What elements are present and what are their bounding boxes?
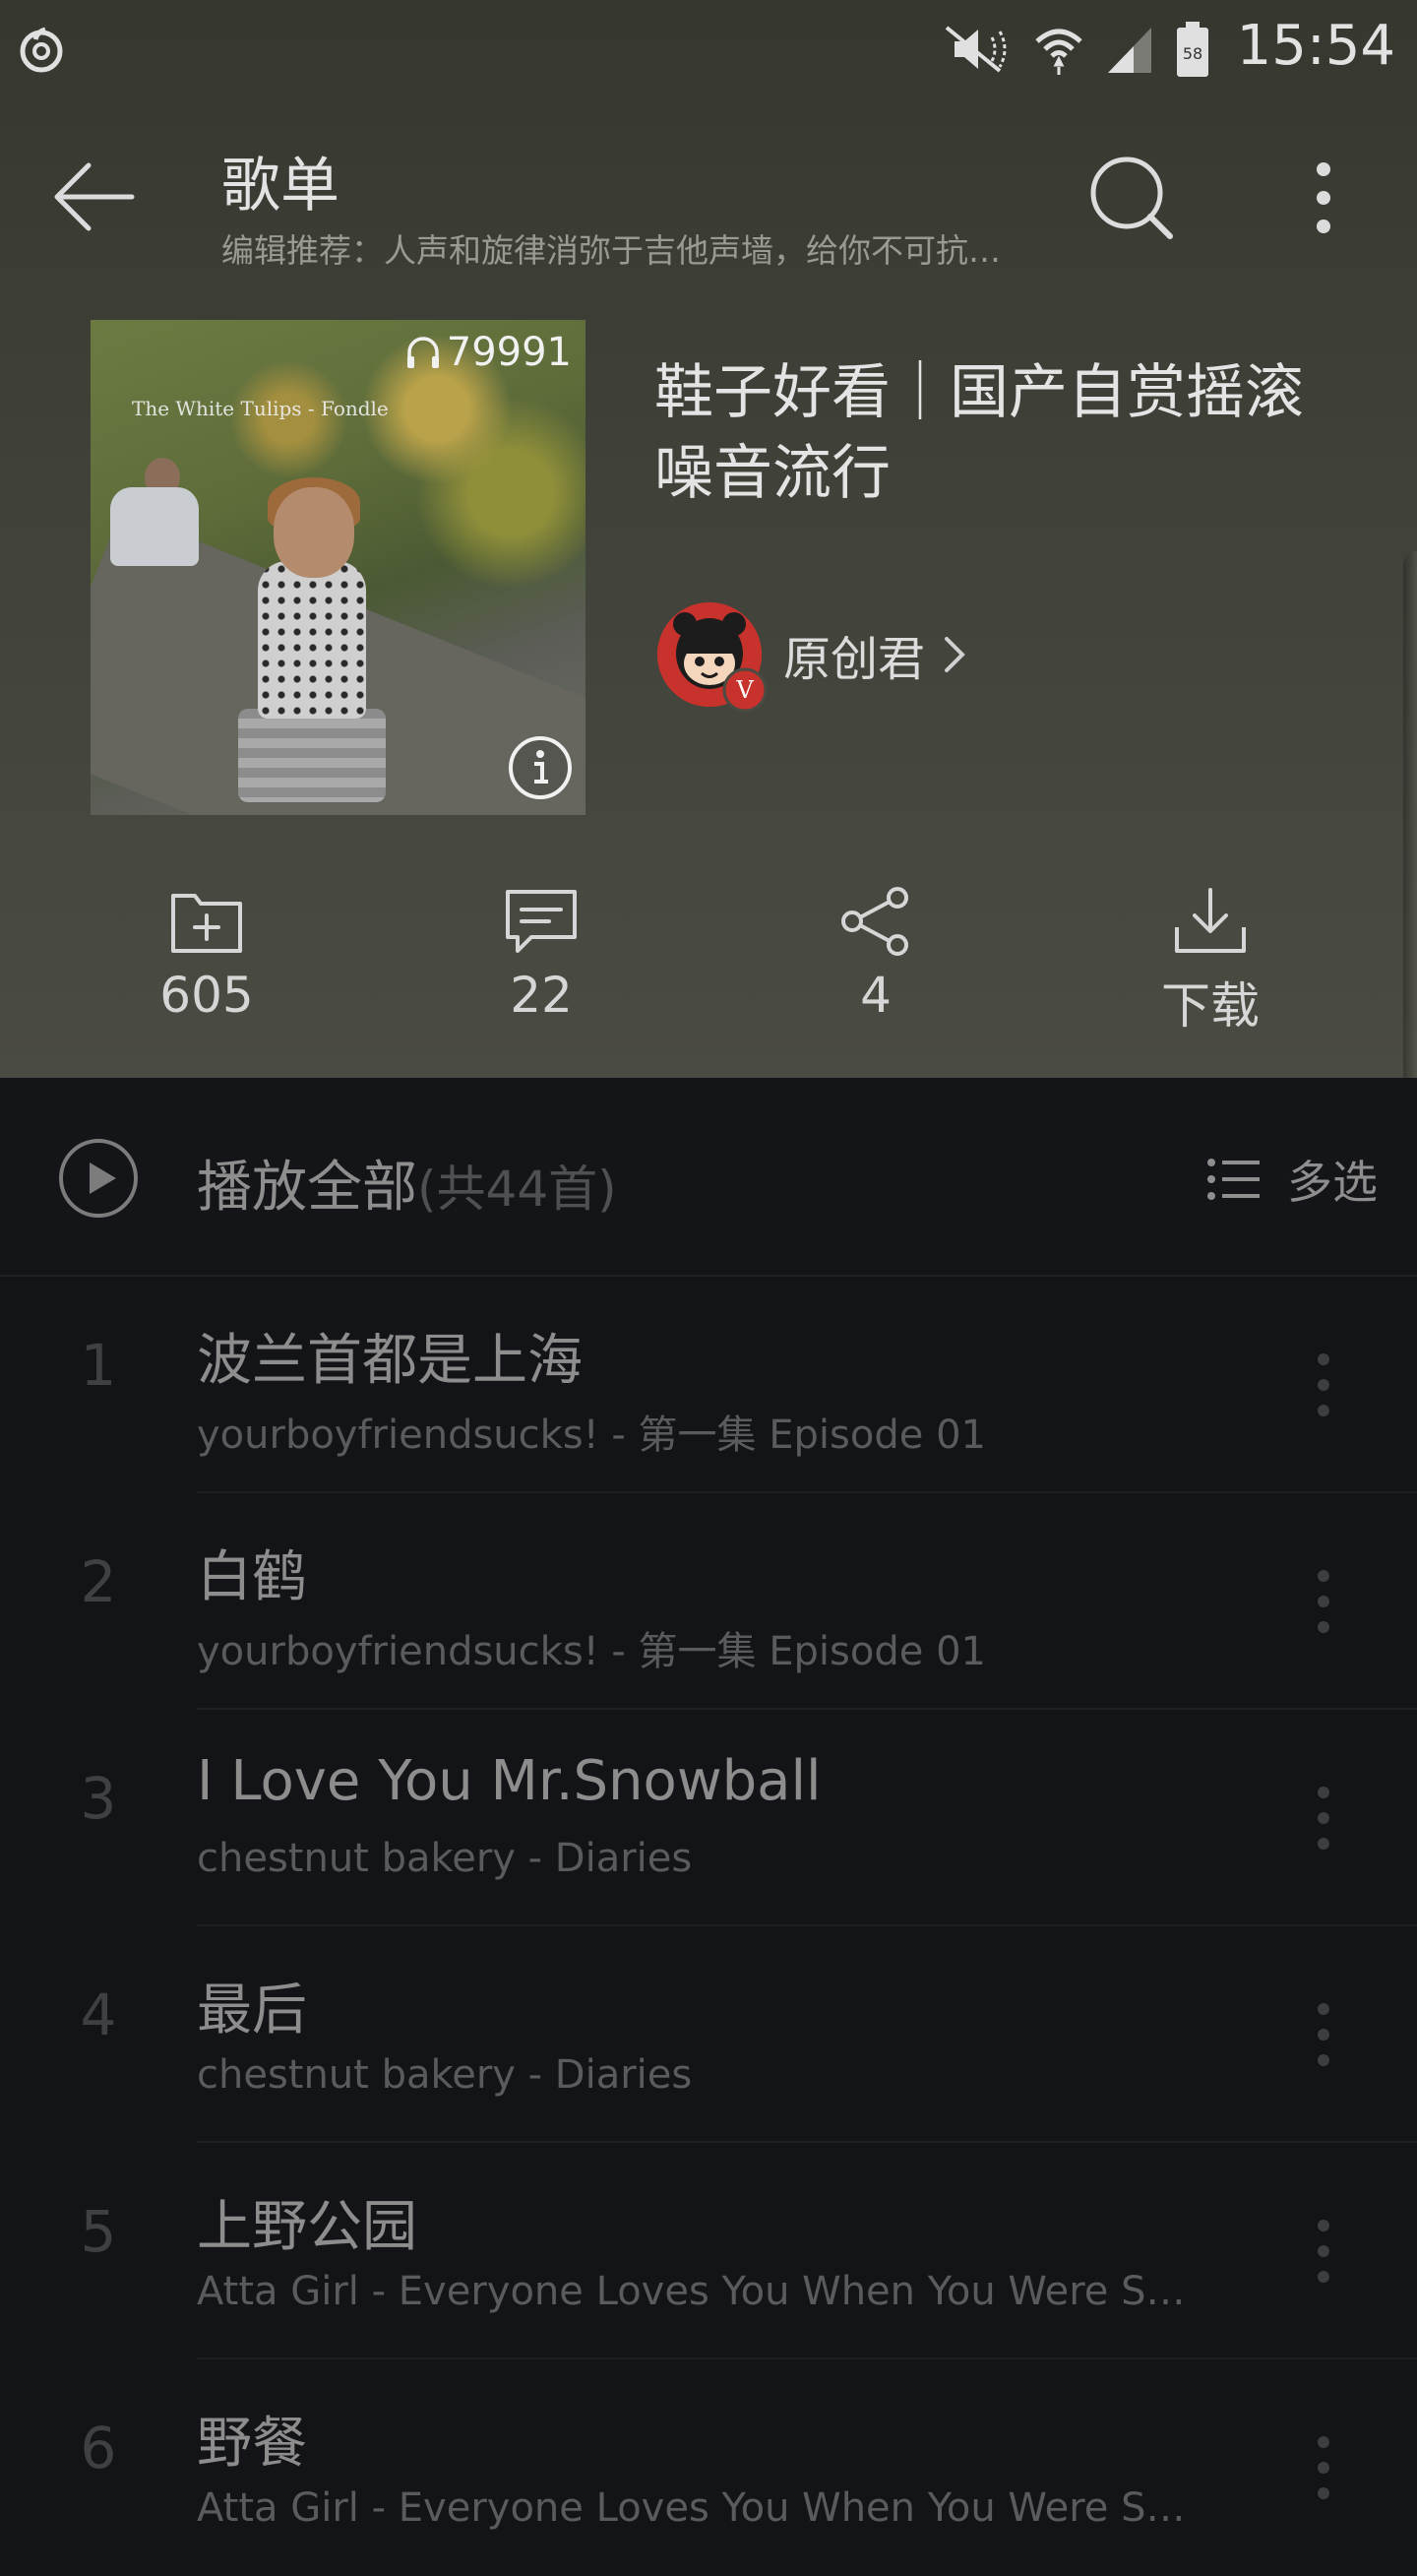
chevron-right-icon [945,637,965,672]
download-label: 下载 [1161,977,1260,1035]
signal-icon [1108,28,1151,73]
avatar: V [657,602,768,713]
status-bar: 58 15:54 [0,0,1417,98]
play-all-label: 播放全部 [197,1156,417,1220]
battery-icon: 58 [1177,22,1208,77]
song-title: 最后 [197,1979,307,2042]
collect-count: 605 [159,967,254,1024]
playlist-header: 58 15:54 歌单 编辑推荐：人声和旋律消弥于吉他声墙，给你不可抗… The… [0,0,1417,1078]
play-count: 79991 [403,330,572,375]
comment-icon [506,890,577,953]
comment-button[interactable]: 22 [423,886,659,1043]
play-all-bar: 播放全部(共44首) 多选 [0,1078,1417,1277]
share-count: 4 [860,967,892,1024]
song-artist-album: Atta Girl - Everyone Loves You When You … [197,2269,1191,2314]
battery-level: 58 [1183,44,1202,63]
song-title: 上野公园 [197,2195,417,2259]
multiselect-label: 多选 [1287,1156,1378,1209]
cover-text: The White Tulips - Fondle [132,397,389,420]
cover-photo-girl-head [274,487,354,578]
page-title: 歌单 [221,152,339,220]
creator-link[interactable]: V 原创君 [657,600,970,713]
verified-badge-icon: V [722,667,768,713]
back-arrow-icon[interactable] [49,157,138,236]
play-count-value: 79991 [446,330,572,375]
multiselect-button[interactable]: 多选 [1206,1147,1378,1212]
download-button[interactable]: 下载 [1092,886,1328,1043]
more-vertical-icon[interactable] [1294,154,1353,242]
list-icon [1207,1159,1260,1200]
share-icon [841,887,908,956]
playlist-cover[interactable]: The White Tulips - Fondle 79991 [91,320,585,815]
creator-name: 原创君 [783,632,926,687]
collect-button[interactable]: 605 [89,886,325,1043]
more-vertical-icon[interactable] [1294,1995,1353,2074]
cover-photo-girl-skirt [238,709,386,802]
song-row[interactable]: 3 I Love You Mr.Snowball chestnut bakery… [0,1710,1417,1926]
song-artist-album: Atta Girl - Everyone Loves You When You … [197,2485,1191,2531]
editor-recommendation[interactable]: 编辑推荐：人声和旋律消弥于吉他声墙，给你不可抗… [221,224,1028,272]
action-bar: 605 22 4 下载 [0,886,1417,1043]
song-index: 6 [80,2415,117,2482]
add-to-folder-icon [171,894,242,953]
song-count: (共44首) [417,1161,617,1218]
play-all-button[interactable]: 播放全部(共44首) [197,1143,617,1223]
playlist-title: 鞋子好看｜国产自赏摇滚噪音流行 [654,358,1304,508]
toolbar: 歌单 编辑推荐：人声和旋律消弥于吉他声墙，给你不可抗… [0,128,1417,276]
song-index: 2 [80,1548,117,1615]
play-all-icon[interactable] [57,1137,140,1220]
cover-photo-girl [258,561,366,719]
verified-badge-letter: V [735,676,754,704]
download-icon [1175,888,1246,953]
song-row[interactable]: 2 白鹤 yourboyfriendsucks! - 第一集 Episode 0… [0,1493,1417,1710]
song-row[interactable]: 1 波兰首都是上海 yourboyfriendsucks! - 第一集 Epis… [0,1277,1417,1493]
status-time: 15:54 [1236,14,1395,78]
more-vertical-icon[interactable] [1294,2212,1353,2291]
comment-count: 22 [510,967,573,1024]
status-icons: 58 [941,20,1210,79]
song-artist-album: chestnut bakery - Diaries [197,2052,693,2098]
song-artist-album: yourboyfriendsucks! - 第一集 Episode 01 [197,1629,986,1674]
netease-cloud-music-icon [20,27,63,73]
more-vertical-icon[interactable] [1294,1346,1353,1424]
wifi-icon [1035,29,1082,75]
cover-photo-man [110,487,199,566]
mute-icon [945,26,1007,73]
song-index: 3 [80,1765,117,1832]
more-vertical-icon[interactable] [1294,1562,1353,1641]
song-title: 野餐 [197,2412,307,2476]
song-index: 1 [80,1332,117,1399]
search-icon[interactable] [1087,154,1176,242]
song-index: 5 [80,2198,117,2265]
share-button[interactable]: 4 [758,886,994,1043]
more-vertical-icon[interactable] [1294,2428,1353,2507]
page-curl-edge [1403,551,1417,1112]
song-title: I Love You Mr.Snowball [197,1749,822,1813]
song-artist-album: yourboyfriendsucks! - 第一集 Episode 01 [197,1413,986,1458]
song-artist-album: chestnut bakery - Diaries [197,1836,693,1881]
headphones-icon [406,337,439,368]
song-row[interactable]: 5 上野公园 Atta Girl - Everyone Loves You Wh… [0,2143,1417,2359]
song-title: 波兰首都是上海 [197,1329,583,1393]
song-row[interactable]: 6 野餐 Atta Girl - Everyone Loves You When… [0,2359,1417,2576]
song-title: 白鹤 [197,1545,307,1609]
more-vertical-icon[interactable] [1294,1779,1353,1857]
song-row[interactable]: 4 最后 chestnut bakery - Diaries [0,1926,1417,2143]
info-icon[interactable] [507,734,574,801]
song-index: 4 [80,1981,117,2048]
